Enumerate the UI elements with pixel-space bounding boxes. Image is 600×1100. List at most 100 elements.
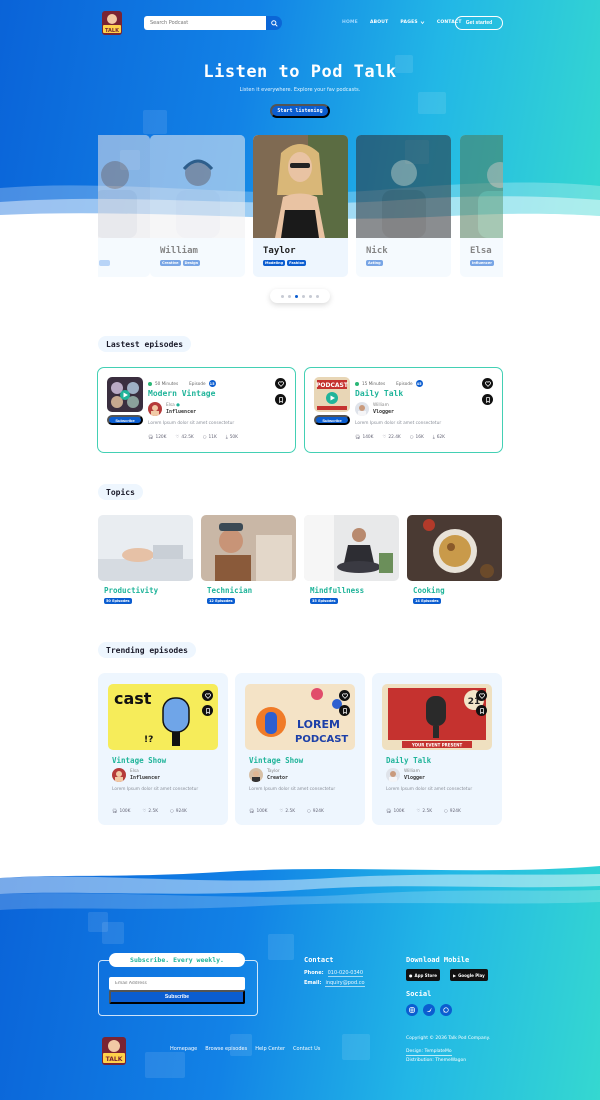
footer-link-contact[interactable]: Contact Us xyxy=(293,1046,320,1052)
chevron-down-icon xyxy=(420,21,425,25)
bookmark-button[interactable] xyxy=(482,394,493,405)
host-tag: Influencer xyxy=(470,260,494,266)
comment-icon: ○ xyxy=(202,435,207,440)
author-role: Vlogger xyxy=(373,408,395,415)
search-input[interactable] xyxy=(144,16,270,30)
episode-stats: 🎧︎ 100K ♡ 2.5K ○ 924K xyxy=(112,809,187,814)
author-role: Creator xyxy=(267,774,289,781)
host-photo xyxy=(356,135,451,238)
download-icon: ⤓ xyxy=(225,435,228,440)
comment-icon: ○ xyxy=(409,435,414,440)
nav-home[interactable]: HOME xyxy=(342,20,358,25)
whatsapp-button[interactable] xyxy=(440,1004,452,1016)
favorite-button[interactable] xyxy=(202,690,213,701)
favorite-button[interactable] xyxy=(339,690,350,701)
topic-card-mindfullness[interactable]: Mindfullness 35 Episodes xyxy=(304,515,399,607)
topics-heading: Topics xyxy=(98,484,143,500)
episode-thumbnail xyxy=(107,377,143,412)
start-listening-button[interactable]: Start listening xyxy=(270,104,330,118)
topic-image xyxy=(304,515,399,581)
topic-name: Cooking xyxy=(413,586,445,595)
latest-episode-card[interactable]: Subscribe 50 Minutes Episode 15 Modern V… xyxy=(97,367,296,453)
svg-text:PODCAST: PODCAST xyxy=(316,382,349,389)
episode-stats: 🎧︎ 100K ♡ 2.5K ○ 924K xyxy=(249,809,324,814)
trending-episodes-heading: Trending episodes xyxy=(98,642,196,658)
episode-title[interactable]: Vintage Show xyxy=(112,756,166,765)
bookmark-button[interactable] xyxy=(476,705,487,716)
email-link[interactable]: inquiry@pod.co xyxy=(325,980,365,987)
trending-card[interactable]: 21 YOUR EVENT PRESENT Daily Talk William… xyxy=(372,673,502,825)
footer-subscribe-button[interactable]: Subscribe xyxy=(109,990,245,1004)
heart-icon: ♡ xyxy=(142,809,147,814)
svg-text:TALK: TALK xyxy=(105,28,120,34)
trending-card[interactable]: LOREM PODCAST Vintage Show Taylor Creato… xyxy=(235,673,365,825)
episode-author: Elsa Influencer xyxy=(112,768,160,782)
whatsapp-icon xyxy=(443,1007,449,1013)
distribution-credit[interactable]: Distribution: ThemeWagon xyxy=(406,1058,466,1063)
email-input[interactable] xyxy=(109,977,245,990)
phone-link[interactable]: 010-020-0340 xyxy=(327,970,364,977)
episode-description: Lorem Ipsum dolor sit amet consectetur xyxy=(386,787,473,792)
topic-card-technician[interactable]: Technician 12 Episodes xyxy=(201,515,296,607)
episode-stats: 🎧︎ 120K ♡ 42.5K ○ 11K ⤓ 50K xyxy=(148,435,238,440)
verified-icon: ● xyxy=(176,403,180,409)
bookmark-button[interactable] xyxy=(202,705,213,716)
latest-episode-card[interactable]: PODCAST Subscribe 15 Minutes Episode 45 … xyxy=(304,367,503,453)
logo-icon[interactable]: TALK xyxy=(100,10,124,36)
bookmark-icon xyxy=(479,707,484,714)
carousel-dot[interactable] xyxy=(316,294,319,298)
footer-link-browse[interactable]: Browse episodes xyxy=(205,1046,247,1052)
nav-pages[interactable]: PAGES xyxy=(400,20,425,25)
carousel-dot[interactable] xyxy=(302,294,305,298)
search-button[interactable] xyxy=(266,16,282,30)
host-card-elsa[interactable]: Elsa Influencer xyxy=(460,135,503,277)
episode-duration: 50 Minutes xyxy=(155,381,179,386)
host-card-nick[interactable]: Nick Acting xyxy=(356,135,451,277)
app-store-button[interactable]: ● App Store xyxy=(406,969,440,981)
subscribe-button[interactable]: Subscribe xyxy=(107,415,143,425)
host-card-taylor[interactable]: Taylor Modeling Fashion xyxy=(253,135,348,277)
carousel-dot[interactable] xyxy=(288,294,291,298)
bookmark-button[interactable] xyxy=(275,394,286,405)
footer-link-homepage[interactable]: Homepage xyxy=(170,1046,197,1052)
heart-icon xyxy=(484,380,491,387)
bookmark-icon xyxy=(485,396,490,403)
footer-links: Homepage Browse episodes Help Center Con… xyxy=(170,1046,320,1052)
carousel-dot-active[interactable] xyxy=(295,294,298,298)
episode-author: William Vlogger xyxy=(355,402,394,416)
google-play-button[interactable]: ▶ Google Play xyxy=(450,969,488,981)
design-credit-link[interactable]: Design: TemplateMo xyxy=(406,1049,452,1056)
copyright-text: Copyright © 2036 Talk Pod Company. xyxy=(406,1036,491,1041)
subscribe-button[interactable]: Subscribe xyxy=(314,415,350,425)
footer-wave xyxy=(0,856,600,910)
favorite-button[interactable] xyxy=(476,690,487,701)
bookmark-icon xyxy=(342,707,347,714)
carousel-dot[interactable] xyxy=(281,294,284,298)
favorite-button[interactable] xyxy=(275,378,286,389)
topic-card-productivity[interactable]: Productivity 50 Episodes xyxy=(98,515,193,607)
twitter-button[interactable] xyxy=(423,1004,435,1016)
search-bar xyxy=(144,16,282,30)
footer-logo-icon[interactable]: TALK xyxy=(100,1036,128,1066)
trending-card[interactable]: cast !? Vintage Show Elsa Influencer Lor… xyxy=(98,673,228,825)
nav-pages-label: PAGES xyxy=(400,20,418,25)
headphones-icon: 🎧︎ xyxy=(386,809,392,814)
nav-about[interactable]: ABOUT xyxy=(370,20,388,25)
episode-description: Lorem Ipsum dolor sit amet consectetur xyxy=(355,421,442,426)
host-card-william[interactable]: William Creative Design xyxy=(150,135,245,277)
episode-title[interactable]: Vintage Show xyxy=(249,756,303,765)
author-role: Influencer xyxy=(166,408,197,415)
search-icon xyxy=(270,19,278,27)
bookmark-button[interactable] xyxy=(339,705,350,716)
episode-title[interactable]: Daily Talk xyxy=(386,756,431,765)
instagram-button[interactable] xyxy=(406,1004,418,1016)
favorite-button[interactable] xyxy=(482,378,493,389)
topic-card-cooking[interactable]: Cooking 14 Episodes xyxy=(407,515,502,607)
carousel-dot[interactable] xyxy=(309,294,312,298)
footer-link-help[interactable]: Help Center xyxy=(255,1046,285,1052)
host-card-partial[interactable] xyxy=(98,135,150,277)
get-started-button[interactable]: Get started xyxy=(455,16,503,30)
avatar xyxy=(112,768,126,782)
episode-title[interactable]: Daily Talk xyxy=(355,389,403,398)
episode-title[interactable]: Modern Vintage xyxy=(148,389,215,398)
